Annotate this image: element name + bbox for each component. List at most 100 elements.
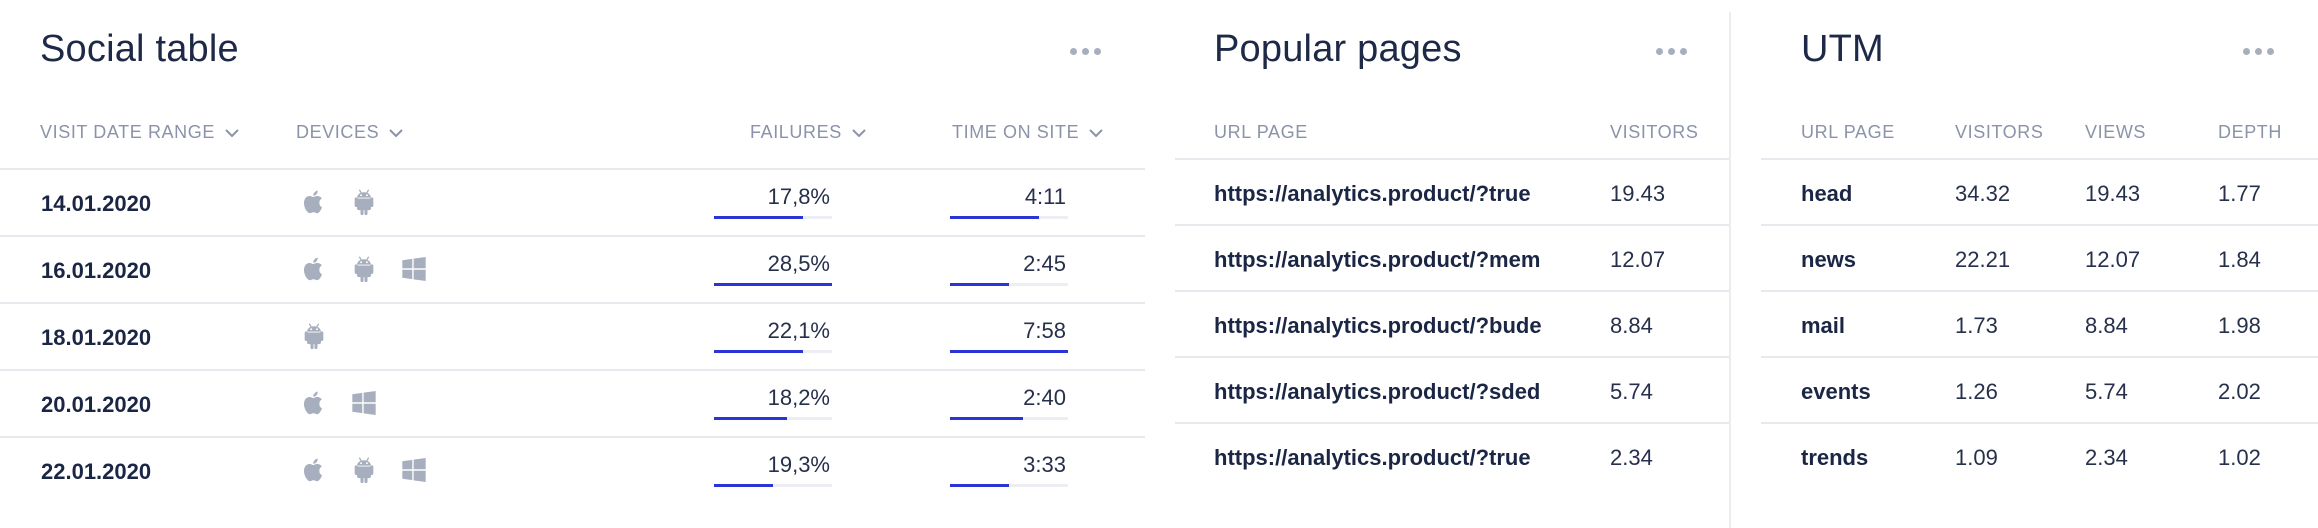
apple-icon [300, 389, 328, 417]
visit-date-range-label: VISIT DATE RANGE [40, 122, 215, 142]
time-on-site-bar [950, 484, 1068, 487]
apple-icon [300, 456, 328, 484]
panel-divider [1729, 12, 1731, 528]
failures-label: FAILURES [750, 122, 842, 142]
utm-page: head [1801, 181, 1853, 206]
utm-visitors-value: 22.21 [1955, 247, 2011, 272]
popular-pages-title: Popular pages [1214, 28, 1462, 70]
visitors-value: 12.07 [1610, 247, 1666, 272]
utm-more-menu-icon[interactable] [2241, 42, 2276, 61]
popular-more-menu-icon[interactable] [1654, 42, 1689, 61]
time-on-site-bar [950, 283, 1068, 286]
failures-bar-fill [714, 350, 803, 353]
time-on-site-bar [950, 216, 1068, 219]
utm-visitors-value: 1.09 [1955, 445, 1998, 470]
utm-views-value: 2.34 [2085, 445, 2128, 470]
table-row[interactable]: https://analytics.product/?true 19.43 [1175, 158, 1730, 226]
url-page-link[interactable]: https://analytics.product/?mem [1214, 247, 1540, 273]
social-table-panel: Social table VISIT DATE RANGE DEVICES FA… [0, 0, 1145, 528]
table-row[interactable]: https://analytics.product/?true 2.34 [1175, 422, 1730, 490]
devices-label: DEVICES [296, 122, 380, 142]
table-row[interactable]: 20.01.2020 18,2% 2:40 [0, 369, 1145, 437]
windows-icon [400, 456, 428, 484]
device-icons [300, 255, 428, 283]
visitors-value: 2.34 [1610, 445, 1653, 470]
windows-icon [400, 255, 428, 283]
url-page-link[interactable]: https://analytics.product/?true [1214, 445, 1531, 471]
table-row[interactable]: 16.01.2020 28,5% 2:45 [0, 235, 1145, 303]
failures-bar [714, 484, 832, 487]
utm-page: trends [1801, 445, 1869, 470]
table-row[interactable]: head 34.32 19.43 1.77 [1761, 158, 2318, 226]
url-page-link[interactable]: https://analytics.product/?bude [1214, 313, 1542, 339]
table-row[interactable]: news 22.21 12.07 1.84 [1761, 224, 2318, 292]
visit-date: 16.01.2020 [41, 258, 152, 283]
popular-url-page-header: URL PAGE [1214, 122, 1308, 142]
time-on-site-bar [950, 417, 1068, 420]
time-on-site-value: 7:58 [1023, 318, 1066, 343]
utm-visitors-value: 1.26 [1955, 379, 1998, 404]
time-on-site-bar [950, 350, 1068, 353]
table-row[interactable]: https://analytics.product/?sded 5.74 [1175, 356, 1730, 424]
chevron-down-icon [852, 129, 866, 138]
device-icons [300, 456, 428, 484]
table-row[interactable]: https://analytics.product/?bude 8.84 [1175, 290, 1730, 358]
utm-page: news [1801, 247, 1857, 272]
popular-pages-panel: Popular pages URL PAGE VISITORS https://… [1175, 0, 1730, 528]
failures-bar-fill [714, 484, 773, 487]
failures-bar [714, 216, 832, 219]
time-on-site-bar-fill [950, 417, 1024, 420]
time-on-site-bar-fill [950, 216, 1039, 219]
url-page-link[interactable]: https://analytics.product/?true [1214, 181, 1531, 207]
utm-views-value: 8.84 [2085, 313, 2128, 338]
chevron-down-icon [389, 129, 403, 138]
visit-date: 18.01.2020 [41, 325, 152, 350]
utm-views-value: 19.43 [2085, 181, 2141, 206]
chevron-down-icon [1089, 129, 1103, 138]
popular-visitors-header: VISITORS [1610, 122, 1699, 142]
utm-depth-header: DEPTH [2218, 122, 2283, 142]
utm-views-value: 5.74 [2085, 379, 2128, 404]
android-icon [350, 456, 378, 484]
failures-bar-fill [714, 216, 803, 219]
table-row[interactable]: events 1.26 5.74 2.02 [1761, 356, 2318, 424]
utm-depth-value: 2.02 [2218, 379, 2261, 404]
device-icons [300, 322, 328, 350]
utm-depth-value: 1.84 [2218, 247, 2261, 272]
utm-page: events [1801, 379, 1871, 404]
visitors-value: 5.74 [1610, 379, 1653, 404]
table-row[interactable]: https://analytics.product/?mem 12.07 [1175, 224, 1730, 292]
failures-header[interactable]: FAILURES [750, 122, 866, 143]
time-on-site-label: TIME ON SITE [952, 122, 1080, 142]
failures-value: 18,2% [767, 385, 830, 410]
table-row[interactable]: mail 1.73 8.84 1.98 [1761, 290, 2318, 358]
url-page-link[interactable]: https://analytics.product/?sded [1214, 379, 1540, 405]
windows-icon [350, 389, 378, 417]
utm-views-header: VIEWS [2085, 122, 2147, 142]
android-icon [350, 188, 378, 216]
visit-date: 22.01.2020 [41, 459, 152, 484]
apple-icon [300, 255, 328, 283]
device-icons [300, 188, 378, 216]
time-on-site-value: 2:45 [1023, 251, 1066, 276]
utm-visitors-value: 34.32 [1955, 181, 2011, 206]
table-row[interactable]: 14.01.2020 17,8% 4:11 [0, 168, 1145, 236]
visit-date: 20.01.2020 [41, 392, 152, 417]
failures-bar-fill [714, 283, 832, 286]
failures-bar [714, 417, 832, 420]
utm-visitors-header: VISITORS [1955, 122, 2044, 142]
failures-bar [714, 350, 832, 353]
table-row[interactable]: trends 1.09 2.34 1.02 [1761, 422, 2318, 490]
visit-date-range-header[interactable]: VISIT DATE RANGE [40, 122, 239, 143]
devices-header[interactable]: DEVICES [296, 122, 403, 143]
failures-value: 28,5% [767, 251, 830, 276]
table-row[interactable]: 18.01.2020 22,1% 7:58 [0, 302, 1145, 370]
failures-value: 19,3% [767, 452, 830, 477]
time-on-site-value: 4:11 [1024, 184, 1066, 209]
utm-depth-value: 1.98 [2218, 313, 2261, 338]
android-icon [350, 255, 378, 283]
social-more-menu-icon[interactable] [1068, 42, 1103, 61]
time-on-site-value: 3:33 [1023, 452, 1066, 477]
time-on-site-header[interactable]: TIME ON SITE [952, 122, 1103, 143]
table-row[interactable]: 22.01.2020 19,3% 3:33 [0, 436, 1145, 504]
